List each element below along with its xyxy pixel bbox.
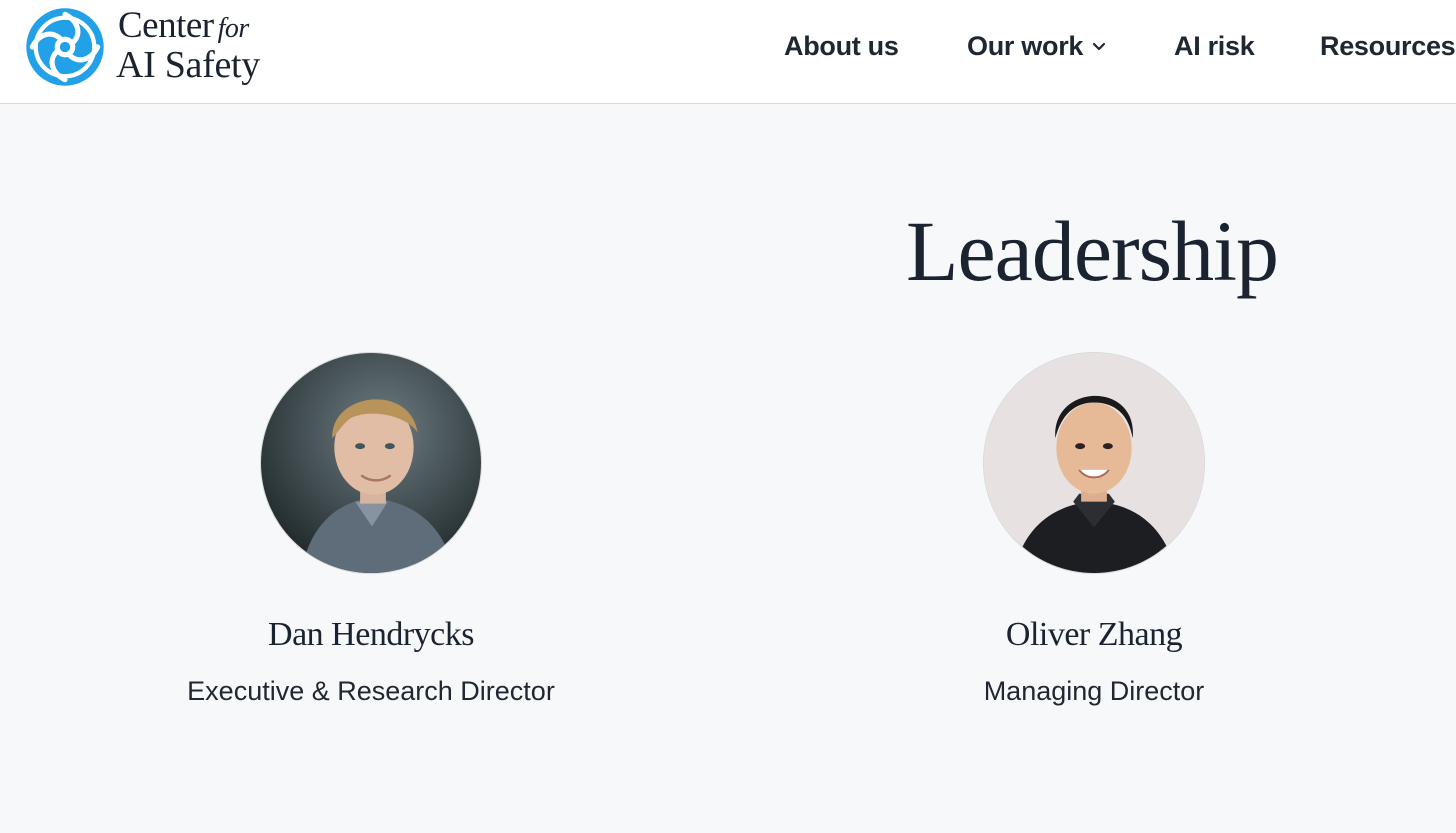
portrait-image <box>261 353 481 573</box>
portrait-photo <box>260 352 482 574</box>
nav-item-about-us[interactable]: About us <box>784 30 899 62</box>
nav-item-our-work[interactable]: Our work <box>967 30 1107 62</box>
person-name: Oliver Zhang <box>1005 616 1183 653</box>
site-header: Center for AI Safety About us Our work AI… <box>0 0 1456 104</box>
page-title: Leadership <box>905 203 1279 299</box>
portrait-image <box>984 353 1204 573</box>
leader-card: Dan Hendrycks Executive & Research Direc… <box>71 350 671 730</box>
person-role: Executive & Research Director <box>187 676 555 706</box>
chevron-down-icon <box>1093 42 1106 50</box>
nav-item-resources[interactable]: Resources <box>1320 30 1456 62</box>
leader-card: Oliver Zhang Managing Director <box>794 350 1394 730</box>
person-role: Managing Director <box>983 676 1205 706</box>
portrait-photo <box>983 352 1205 574</box>
person-name: Dan Hendrycks <box>268 616 474 653</box>
nav-item-ai-risk[interactable]: AI risk <box>1174 30 1255 62</box>
nav-item-our-work-label: Our work <box>967 31 1084 61</box>
main-nav: About us Our work AI risk Resources <box>0 30 1456 64</box>
